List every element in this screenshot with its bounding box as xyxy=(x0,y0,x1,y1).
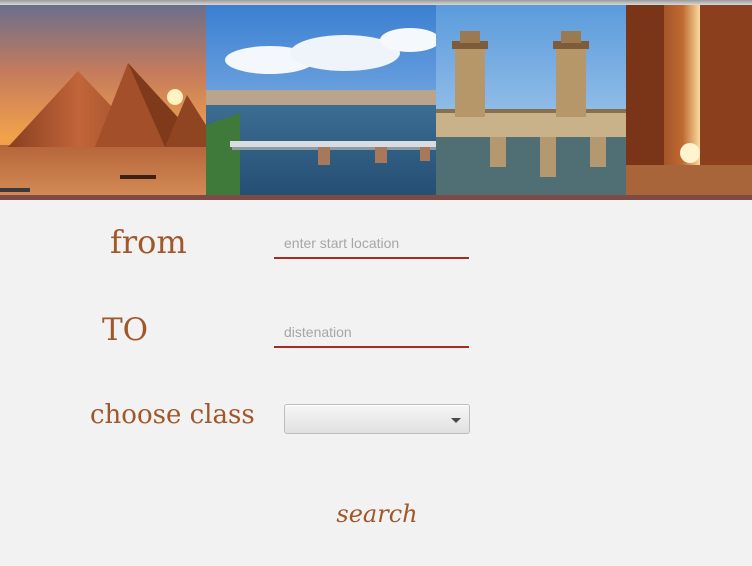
pyramids-image xyxy=(0,5,206,195)
karnak-columns-image xyxy=(626,5,752,195)
nile-bridge-image xyxy=(206,5,440,195)
booking-window: from TO choose class search xyxy=(0,0,752,566)
banner-collage xyxy=(0,5,752,195)
search-button[interactable]: search xyxy=(328,494,426,534)
stanley-bridge-image xyxy=(436,5,626,195)
destination-input[interactable] xyxy=(274,318,469,348)
class-label: choose class xyxy=(90,400,255,430)
banner-border xyxy=(0,195,752,200)
class-select[interactable] xyxy=(284,404,470,434)
to-label: TO xyxy=(102,312,149,348)
from-label: from xyxy=(110,223,187,261)
from-input[interactable] xyxy=(274,229,469,259)
chevron-down-icon[interactable] xyxy=(451,418,461,423)
banner xyxy=(0,5,752,195)
